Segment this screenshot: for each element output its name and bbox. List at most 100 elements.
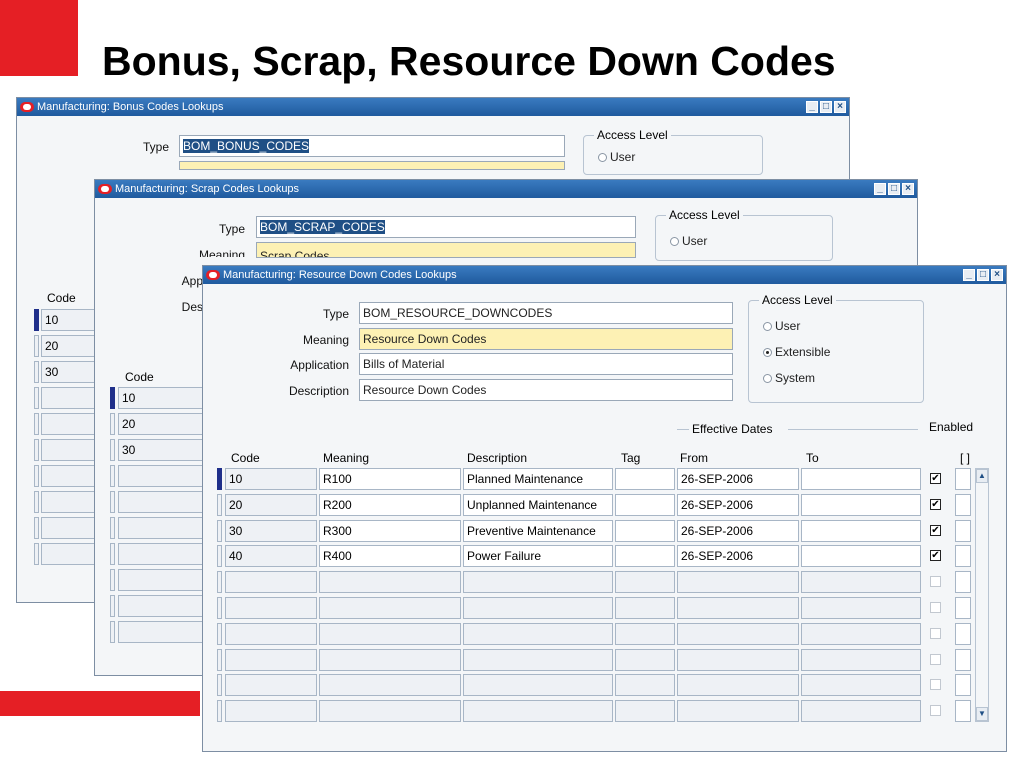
to-date-cell[interactable] [801,623,921,645]
scrap-meaning-field[interactable]: Scrap Codes [256,242,636,258]
descriptive-flexfield-cell[interactable] [955,649,971,671]
code-cell[interactable] [225,649,317,671]
row-indicator[interactable] [217,674,222,696]
to-date-cell[interactable] [801,597,921,619]
descriptive-flexfield-cell[interactable] [955,520,971,542]
scrap-row-indicator[interactable] [110,387,115,409]
to-date-cell[interactable] [801,700,921,722]
meaning-cell[interactable] [319,623,461,645]
scrap-row-indicator[interactable] [110,595,115,617]
row-indicator[interactable] [217,520,222,542]
bonus-window-titlebar[interactable]: Manufacturing: Bonus Codes Lookups _ □ × [17,98,849,116]
resource-description-field[interactable]: Resource Down Codes [359,379,733,401]
bonus-code-cell[interactable]: 20 [41,335,97,357]
to-date-cell[interactable] [801,494,921,516]
enabled-checkbox[interactable] [930,705,941,716]
row-indicator[interactable] [217,545,222,567]
tag-cell[interactable] [615,674,675,696]
access-extensible-radio[interactable]: Extensible [763,345,830,359]
bonus-code-cell[interactable] [41,465,97,487]
bonus-code-cell[interactable] [41,491,97,513]
access-system-radio[interactable]: System [763,371,815,385]
resource-window-titlebar[interactable]: Manufacturing: Resource Down Codes Looku… [203,266,1006,284]
bonus-code-cell[interactable] [41,517,97,539]
bonus-row-indicator[interactable] [34,309,39,331]
maximize-icon[interactable]: □ [977,269,989,281]
code-cell[interactable]: 40 [225,545,317,567]
to-date-cell[interactable] [801,545,921,567]
code-cell[interactable] [225,597,317,619]
scrap-code-cell[interactable] [118,569,204,591]
code-cell[interactable]: 20 [225,494,317,516]
to-date-cell[interactable] [801,520,921,542]
to-date-cell[interactable] [801,674,921,696]
bonus-code-cell[interactable] [41,413,97,435]
descriptive-flexfield-cell[interactable] [955,623,971,645]
bonus-code-cell[interactable]: 10 [41,309,97,331]
description-cell[interactable]: Unplanned Maintenance [463,494,613,516]
descriptive-flexfield-cell[interactable] [955,494,971,516]
to-date-cell[interactable] [801,571,921,593]
minimize-icon[interactable]: _ [963,269,975,281]
row-indicator[interactable] [217,700,222,722]
description-cell[interactable]: Planned Maintenance [463,468,613,490]
scrap-row-indicator[interactable] [110,465,115,487]
code-cell[interactable] [225,674,317,696]
descriptive-flexfield-cell[interactable] [955,700,971,722]
from-date-cell[interactable] [677,649,799,671]
scrap-row-indicator[interactable] [110,491,115,513]
scrap-row-indicator[interactable] [110,439,115,461]
resource-application-field[interactable]: Bills of Material [359,353,733,375]
maximize-icon[interactable]: □ [820,101,832,113]
description-cell[interactable] [463,649,613,671]
bonus-code-cell[interactable] [41,439,97,461]
scroll-up-icon[interactable]: ▲ [976,469,988,483]
description-cell[interactable]: Power Failure [463,545,613,567]
descriptive-flexfield-cell[interactable] [955,674,971,696]
scrap-code-cell[interactable] [118,543,204,565]
descriptive-flexfield-cell[interactable] [955,545,971,567]
tag-cell[interactable] [615,700,675,722]
tag-cell[interactable] [615,623,675,645]
bonus-row-indicator[interactable] [34,387,39,409]
row-indicator[interactable] [217,494,222,516]
resource-meaning-field[interactable]: Resource Down Codes [359,328,733,350]
bonus-code-cell[interactable] [41,543,97,565]
tag-cell[interactable] [615,649,675,671]
scrap-window-titlebar[interactable]: Manufacturing: Scrap Codes Lookups _ □ × [95,180,917,198]
close-icon[interactable]: × [834,101,846,113]
meaning-cell[interactable] [319,649,461,671]
descriptive-flexfield-cell[interactable] [955,571,971,593]
scroll-down-icon[interactable]: ▼ [976,707,988,721]
row-indicator[interactable] [217,623,222,645]
bonus-row-indicator[interactable] [34,413,39,435]
row-indicator[interactable] [217,468,222,490]
enabled-checkbox-checked-icon[interactable]: ✔ [930,525,941,536]
from-date-cell[interactable] [677,674,799,696]
meaning-cell[interactable]: R200 [319,494,461,516]
meaning-cell[interactable] [319,597,461,619]
bonus-row-indicator[interactable] [34,491,39,513]
from-date-cell[interactable]: 26-SEP-2006 [677,545,799,567]
row-indicator[interactable] [217,649,222,671]
code-cell[interactable] [225,571,317,593]
meaning-cell[interactable] [319,571,461,593]
tag-cell[interactable] [615,520,675,542]
code-cell[interactable]: 30 [225,520,317,542]
description-cell[interactable] [463,597,613,619]
from-date-cell[interactable] [677,597,799,619]
scrap-row-indicator[interactable] [110,569,115,591]
code-cell[interactable]: 10 [225,468,317,490]
enabled-checkbox-checked-icon[interactable]: ✔ [930,473,941,484]
tag-cell[interactable] [615,468,675,490]
enabled-checkbox[interactable] [930,679,941,690]
scrap-code-cell[interactable] [118,465,204,487]
close-icon[interactable]: × [902,183,914,195]
enabled-checkbox-checked-icon[interactable]: ✔ [930,499,941,510]
minimize-icon[interactable]: _ [874,183,886,195]
from-date-cell[interactable]: 26-SEP-2006 [677,468,799,490]
access-user-radio[interactable]: User [763,319,800,333]
bonus-type-field[interactable]: BOM_BONUS_CODES [179,135,565,157]
descriptive-flexfield-cell[interactable] [955,597,971,619]
scrap-code-cell[interactable]: 20 [118,413,204,435]
